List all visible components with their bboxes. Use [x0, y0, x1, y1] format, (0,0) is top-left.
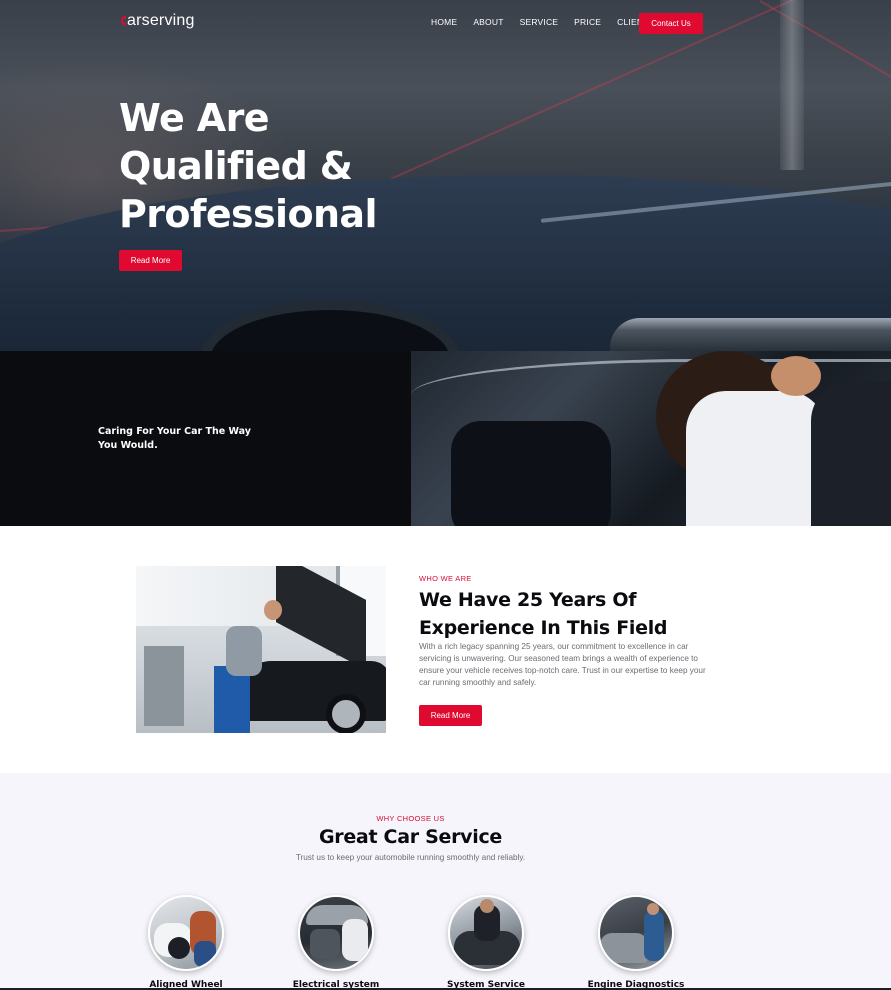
contact-us-button[interactable]: Contact Us [639, 13, 703, 34]
services-heading: Great Car Service [318, 826, 502, 848]
photo-man-suit [811, 381, 891, 526]
about-read-more-button[interactable]: Read More [419, 705, 482, 726]
photo-woman-face [771, 356, 821, 396]
service-card-system-service[interactable]: System Service [423, 895, 543, 990]
service-image-system-service [448, 895, 524, 971]
hero-heading-line: We Are [119, 96, 269, 140]
hero-car-window [610, 318, 891, 351]
car-interior-photo [411, 351, 891, 526]
nav-link-price[interactable]: PRICE [574, 17, 601, 27]
nav-link-service[interactable]: SERVICE [520, 17, 559, 27]
nav-link-home[interactable]: HOME [431, 17, 457, 27]
services-subtitle: Trust us to keep your automobile running… [295, 853, 526, 862]
service-image-electrical-system [298, 895, 374, 971]
photo-tool-cart [144, 646, 184, 726]
top-navbar: arserving HOME ABOUT SERVICE PRICE CLIEN… [0, 0, 891, 46]
hero-heading: We Are Qualified & Professional [119, 94, 439, 238]
hero-heading-line: Professional [119, 192, 378, 236]
about-section-tag: WHO WE ARE [419, 574, 472, 583]
nav-menu: HOME ABOUT SERVICE PRICE CLIENT [431, 17, 665, 27]
about-paragraph: With a rich legacy spanning 25 years, ou… [419, 642, 706, 687]
photo-car-wheel [326, 694, 366, 733]
photo-woman-shirt [686, 391, 826, 526]
service-card-electrical-system[interactable]: Electrical system [273, 895, 393, 990]
hero-read-more-button[interactable]: Read More [119, 250, 182, 271]
about-heading: We Have 25 Years Of Experience In This F… [419, 589, 668, 639]
photo-mechanic-shirt [226, 626, 262, 676]
services-section-tag: WHY CHOOSE US [376, 814, 445, 823]
mechanic-photo [136, 566, 386, 733]
logo-text: arserving [127, 12, 195, 29]
service-card-engine-diagnostics[interactable]: Engine Diagnostics [573, 895, 693, 990]
brand-logo[interactable]: arserving [119, 12, 195, 30]
logo-mark-icon [121, 15, 126, 26]
hero-heading-line: Qualified & [119, 144, 353, 188]
service-card-aligned-wheel[interactable]: Aligned Wheel [123, 895, 243, 990]
nav-link-about[interactable]: ABOUT [473, 17, 503, 27]
photo-mechanic-head [264, 600, 282, 620]
caring-band-text: Caring For Your Car The Way You Would. [98, 426, 251, 451]
photo-mechanic-overalls [214, 666, 250, 733]
service-image-engine-diagnostics [598, 895, 674, 971]
service-image-aligned-wheel [148, 895, 224, 971]
photo-car-seat [451, 421, 611, 526]
